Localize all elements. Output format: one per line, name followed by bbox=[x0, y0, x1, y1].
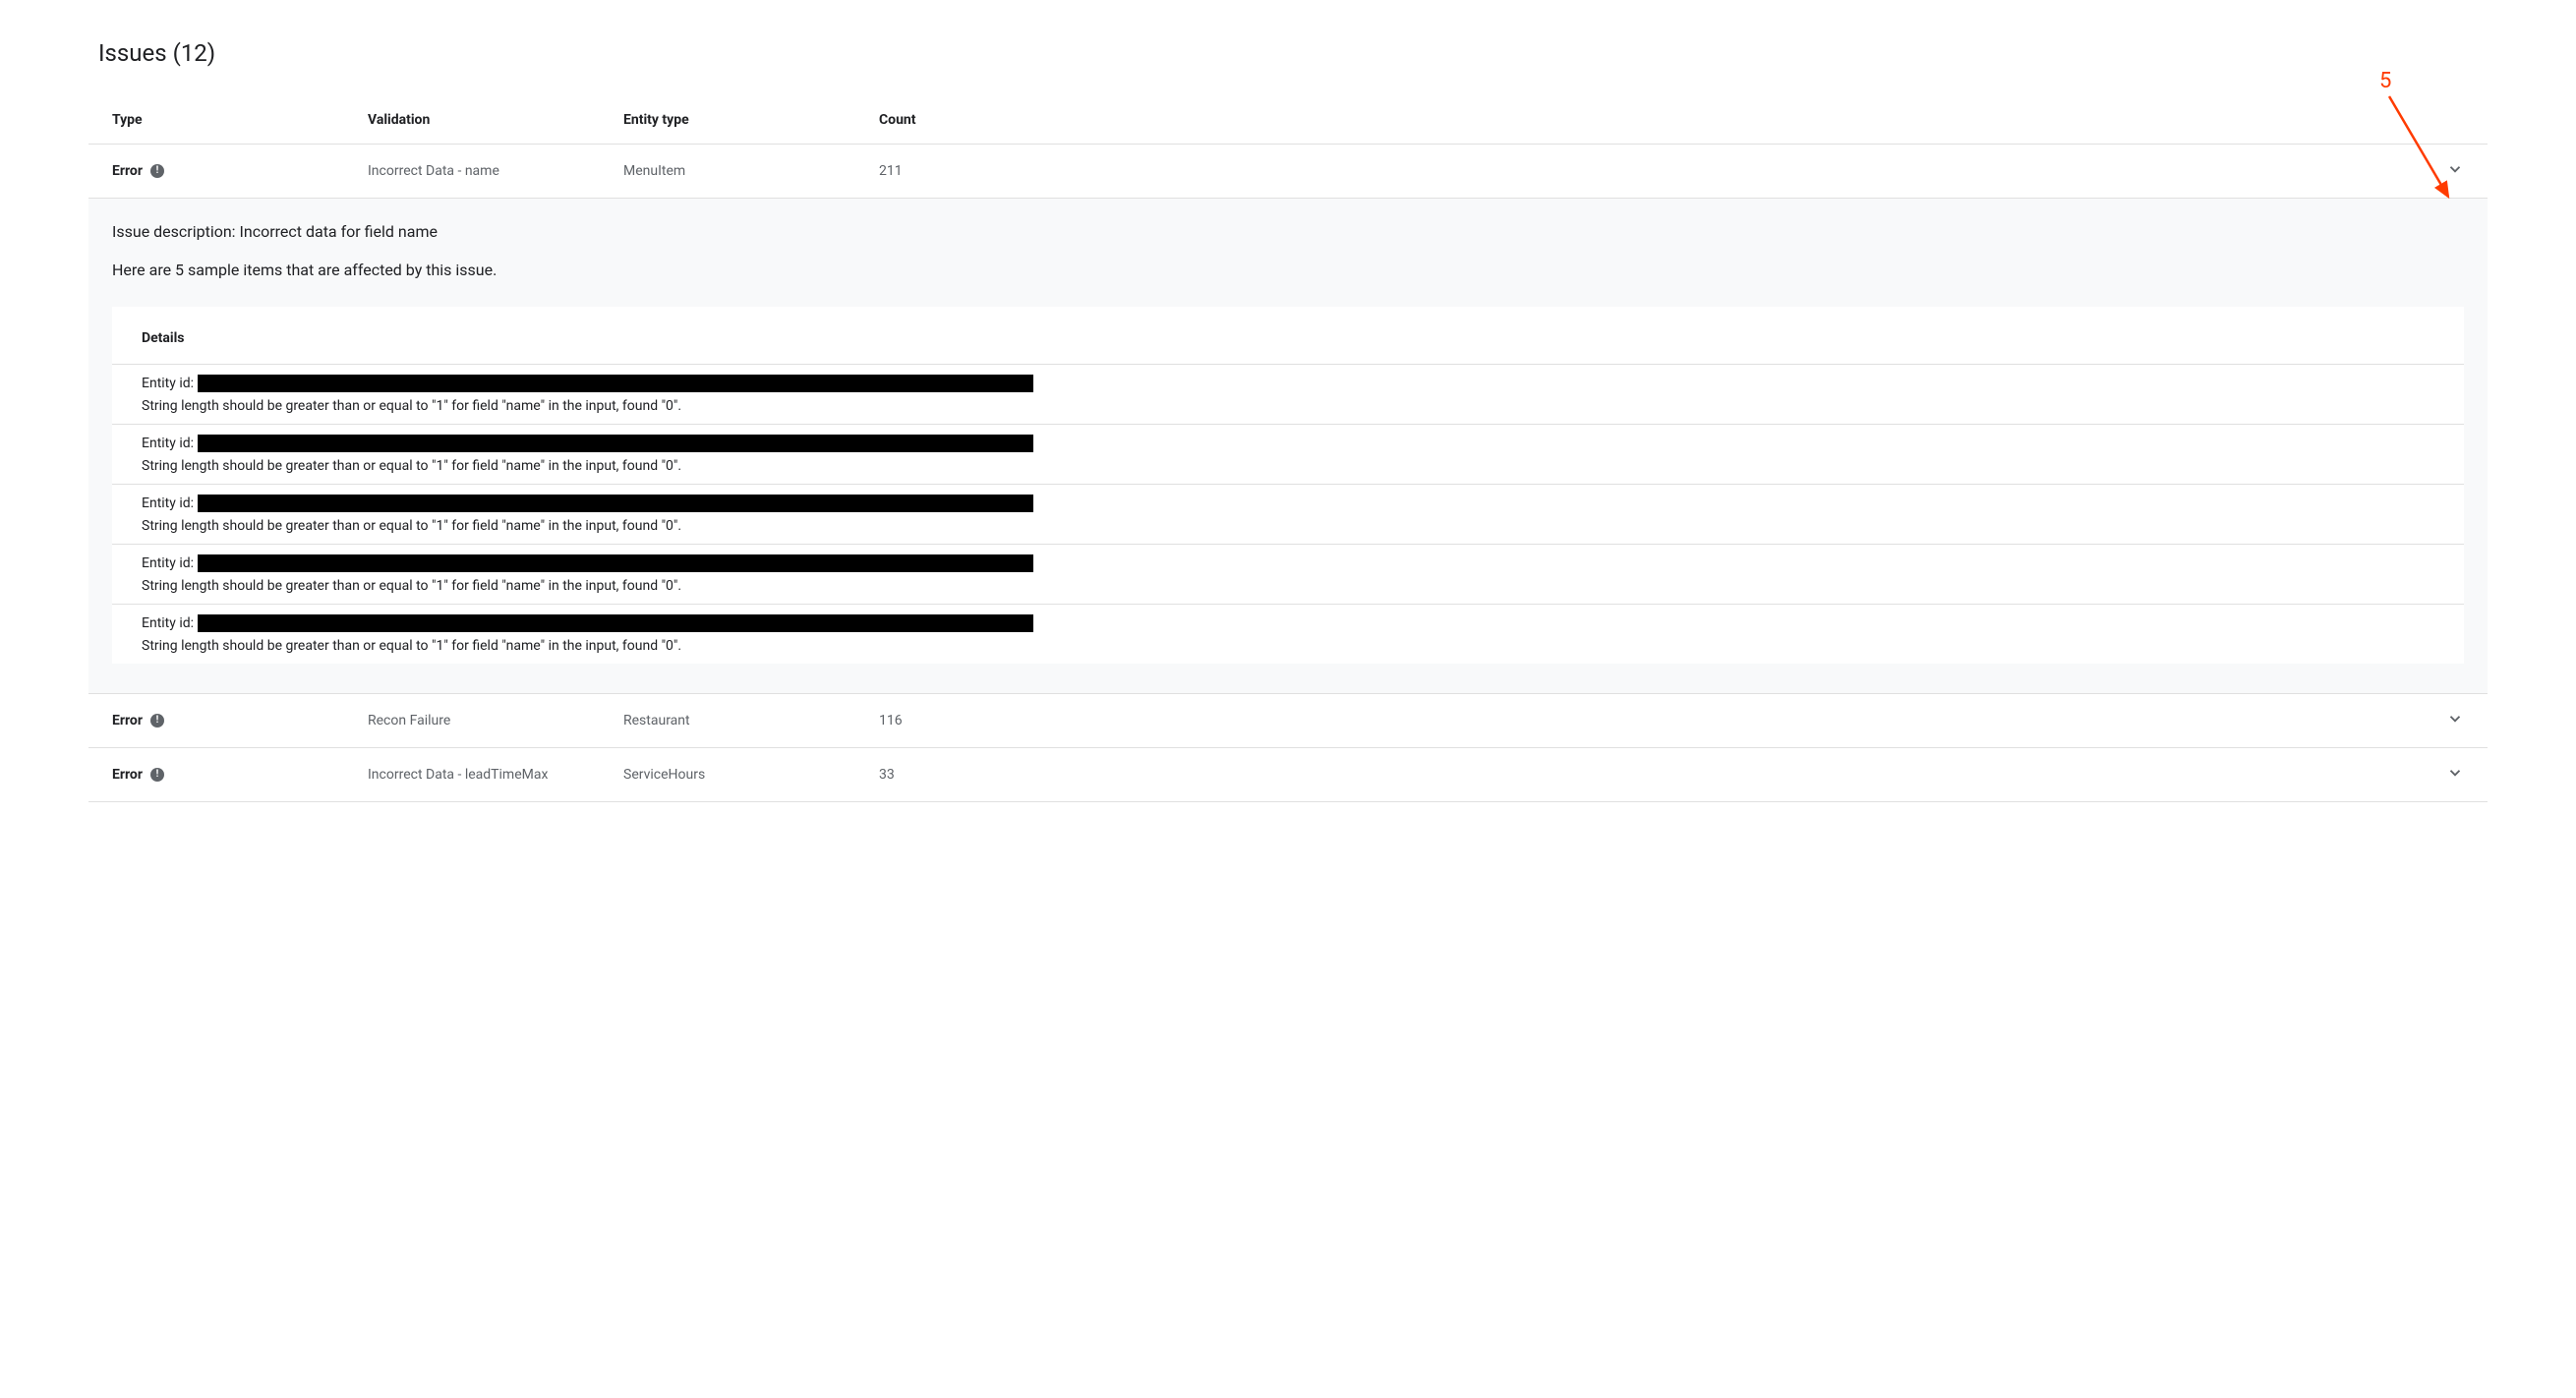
entity-id-label: Entity id: bbox=[142, 615, 194, 631]
issue-type-label: Error bbox=[112, 163, 143, 179]
detail-message: String length should be greater than or … bbox=[142, 578, 2434, 594]
header-type: Type bbox=[112, 112, 368, 128]
issue-count: 33 bbox=[879, 767, 2425, 783]
issue-row[interactable]: Error ! Incorrect Data - leadTimeMax Ser… bbox=[88, 748, 2488, 802]
detail-message: String length should be greater than or … bbox=[142, 458, 2434, 474]
issue-description: Issue description: Incorrect data for fi… bbox=[112, 222, 2464, 241]
detail-item: Entity id: String length should be great… bbox=[112, 544, 2464, 604]
issue-count: 211 bbox=[879, 163, 2425, 179]
details-heading: Details bbox=[112, 330, 2464, 364]
annotation-label: 5 bbox=[2379, 69, 2391, 93]
issue-type-label: Error bbox=[112, 767, 143, 783]
issue-entity-type: Restaurant bbox=[623, 713, 879, 728]
redacted-entity-id bbox=[198, 435, 1033, 452]
entity-id-label: Entity id: bbox=[142, 555, 194, 571]
detail-item: Entity id: String length should be great… bbox=[112, 604, 2464, 664]
issues-table: Type Validation Entity type Count Error … bbox=[88, 96, 2488, 802]
detail-item: Entity id: String length should be great… bbox=[112, 364, 2464, 424]
detail-message: String length should be greater than or … bbox=[142, 518, 2434, 534]
redacted-entity-id bbox=[198, 495, 1033, 512]
table-header-row: Type Validation Entity type Count bbox=[88, 96, 2488, 145]
detail-message: String length should be greater than or … bbox=[142, 638, 2434, 654]
error-icon: ! bbox=[150, 768, 164, 782]
detail-message: String length should be greater than or … bbox=[142, 398, 2434, 414]
detail-item: Entity id: String length should be great… bbox=[112, 484, 2464, 544]
sample-items-text: Here are 5 sample items that are affecte… bbox=[112, 261, 2464, 279]
chevron-down-icon[interactable] bbox=[2446, 709, 2464, 732]
redacted-entity-id bbox=[198, 375, 1033, 392]
issue-row[interactable]: Error ! Recon Failure Restaurant 116 bbox=[88, 694, 2488, 748]
issue-count: 116 bbox=[879, 713, 2425, 728]
entity-id-label: Entity id: bbox=[142, 376, 194, 391]
detail-item: Entity id: String length should be great… bbox=[112, 424, 2464, 484]
issue-expanded-panel: Issue description: Incorrect data for fi… bbox=[88, 199, 2488, 694]
issue-type-label: Error bbox=[112, 713, 143, 728]
redacted-entity-id bbox=[198, 614, 1033, 632]
entity-id-label: Entity id: bbox=[142, 495, 194, 511]
issue-entity-type: ServiceHours bbox=[623, 767, 879, 783]
entity-id-label: Entity id: bbox=[142, 436, 194, 451]
issue-row[interactable]: Error ! Incorrect Data - name MenuItem 2… bbox=[88, 145, 2488, 199]
header-validation: Validation bbox=[368, 112, 623, 128]
redacted-entity-id bbox=[198, 554, 1033, 572]
issue-validation: Incorrect Data - name bbox=[368, 163, 623, 179]
error-icon: ! bbox=[150, 164, 164, 178]
chevron-down-icon[interactable] bbox=[2446, 159, 2464, 183]
chevron-down-icon[interactable] bbox=[2446, 763, 2464, 786]
details-card: Details Entity id: String length should … bbox=[112, 307, 2464, 664]
page-title: Issues (12) bbox=[88, 39, 2488, 67]
header-entity-type: Entity type bbox=[623, 112, 879, 128]
issue-validation: Incorrect Data - leadTimeMax bbox=[368, 767, 623, 783]
header-count: Count bbox=[879, 112, 2425, 128]
error-icon: ! bbox=[150, 714, 164, 728]
issue-entity-type: MenuItem bbox=[623, 163, 879, 179]
issue-validation: Recon Failure bbox=[368, 713, 623, 728]
